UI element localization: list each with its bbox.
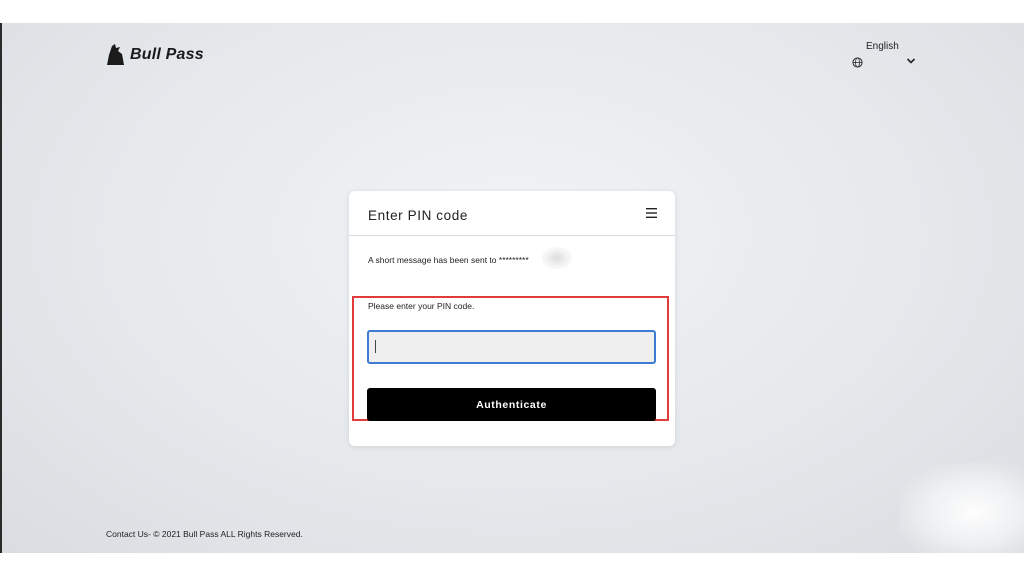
card-title: Enter PIN code bbox=[368, 208, 468, 223]
card-header: Enter PIN code bbox=[349, 191, 675, 236]
pin-prompt-label: Please enter your PIN code. bbox=[368, 301, 475, 311]
footer-text[interactable]: Contact Us- © 2021 Bull Pass ALL Rights … bbox=[106, 529, 303, 539]
pin-input[interactable] bbox=[367, 330, 656, 364]
language-label: English bbox=[866, 41, 899, 52]
language-selector[interactable]: English bbox=[850, 41, 920, 71]
pin-card: Enter PIN code A short message has been … bbox=[349, 191, 675, 446]
chevron-down-icon[interactable] bbox=[906, 57, 916, 65]
text-caret bbox=[375, 340, 376, 353]
window-edge bbox=[0, 23, 2, 553]
brand-logo[interactable]: Bull Pass bbox=[106, 43, 204, 67]
redacted-number-blur bbox=[542, 247, 572, 269]
globe-icon bbox=[852, 57, 863, 68]
bull-logo-icon bbox=[107, 44, 124, 65]
brand-name: Bull Pass bbox=[130, 46, 204, 63]
authenticate-button[interactable]: Authenticate bbox=[367, 388, 656, 421]
sms-sent-message: A short message has been sent to *******… bbox=[368, 255, 529, 265]
corner-blur bbox=[900, 463, 1024, 553]
menu-icon[interactable] bbox=[646, 207, 657, 219]
page-background: Bull Pass English Enter PIN code A short… bbox=[0, 23, 1024, 553]
